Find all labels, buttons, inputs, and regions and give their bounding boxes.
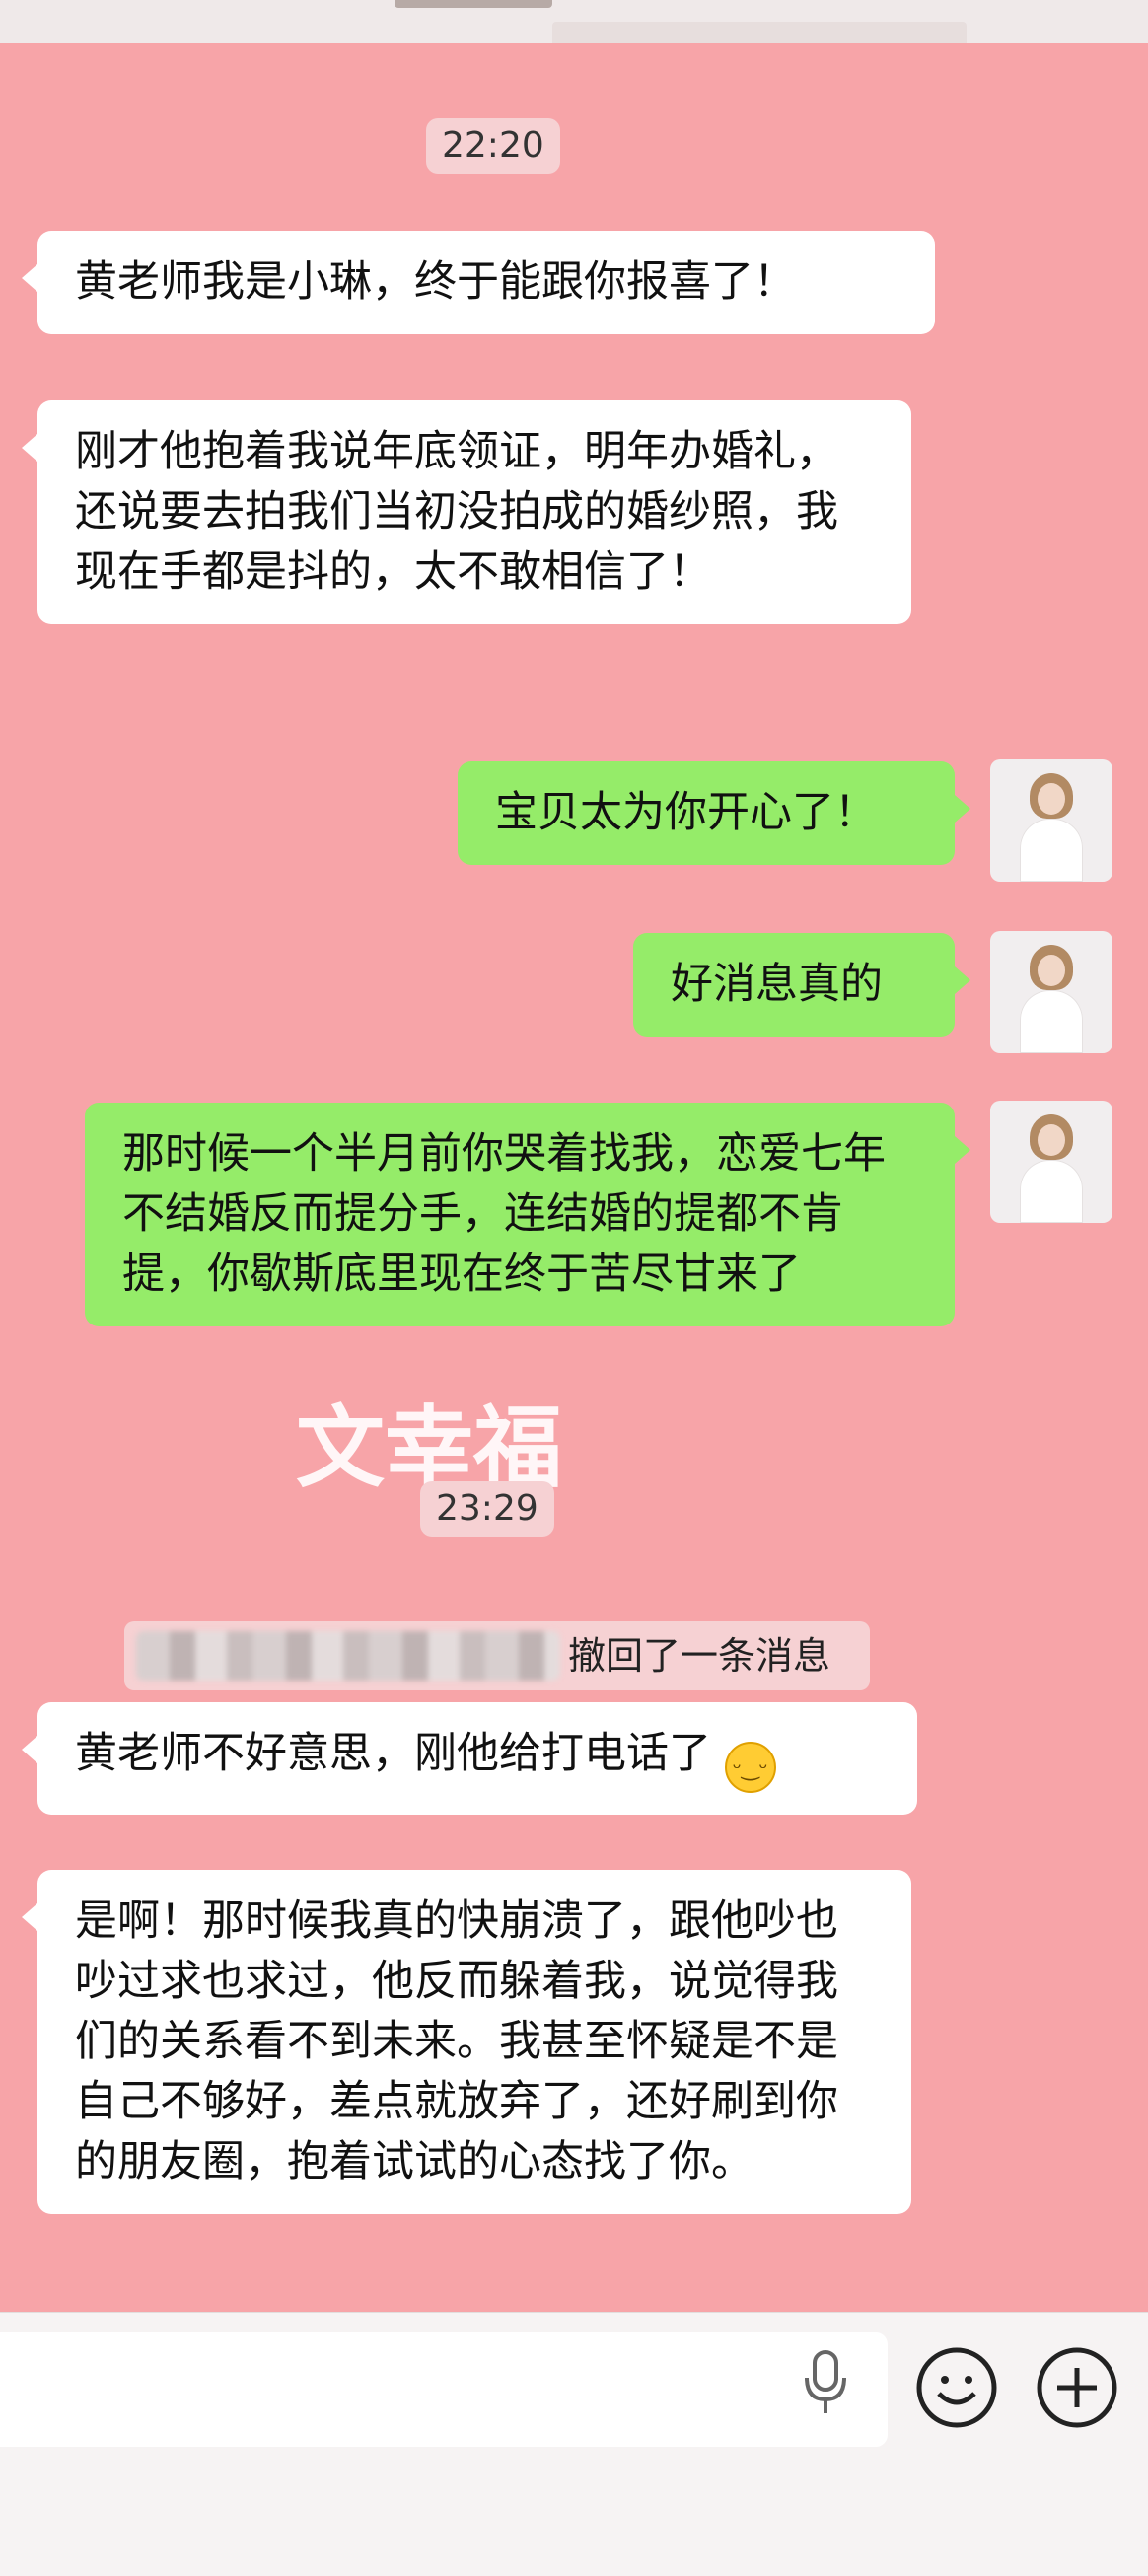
input-bar xyxy=(0,2312,1148,2463)
message-text: 好消息真的 xyxy=(671,960,883,1009)
message-text: 宝贝太为你开心了！ xyxy=(495,788,877,837)
message-bubble-incoming[interactable]: 是啊！那时候我真的快崩溃了，跟他吵也吵过求也求过，他反而躲着我，说觉得我们的关系… xyxy=(22,1870,911,2214)
recall-notice: 撤回了一条消息 xyxy=(124,1621,870,1690)
blurred-name xyxy=(136,1631,560,1681)
avatar[interactable] xyxy=(990,759,1112,882)
message-bubble-incoming[interactable]: 黄老师不好意思，刚他给打电话了 ᵕ‿ᵕ xyxy=(22,1702,917,1815)
bottom-safe-area xyxy=(0,2462,1148,2576)
message-bubble-incoming[interactable]: 刚才他抱着我说年底领证，明年办婚礼，还说要去拍我们当初没拍成的婚纱照，我现在手都… xyxy=(22,400,911,624)
message-input[interactable] xyxy=(0,2332,888,2447)
message-text: 是啊！那时候我真的快崩溃了，跟他吵也吵过求也求过，他反而躲着我，说觉得我们的关系… xyxy=(75,1896,838,2186)
message-bubble-incoming[interactable]: 黄老师我是小琳，终于能跟你报喜了！ xyxy=(22,231,935,334)
chat-area[interactable]: 22:20 黄老师我是小琳，终于能跟你报喜了！ 刚才他抱着我说年底领证，明年办婚… xyxy=(0,43,1148,2312)
message-bubble-outgoing[interactable]: 那时候一个半月前你哭着找我，恋爱七年不结婚反而提分手，连结婚的提都不肯提，你歇斯… xyxy=(85,1103,970,1326)
emoji-icon[interactable] xyxy=(915,2346,998,2429)
microphone-icon[interactable] xyxy=(801,2348,850,2419)
preview-bar xyxy=(552,22,967,43)
message-bubble-outgoing[interactable]: 宝贝太为你开心了！ xyxy=(458,761,970,865)
message-text: 黄老师我是小琳，终于能跟你报喜了！ xyxy=(75,257,796,307)
timestamp: 23:29 xyxy=(420,1481,554,1537)
grinning-face-icon: ᵕ‿ᵕ xyxy=(724,1742,776,1793)
timestamp: 22:20 xyxy=(426,118,560,174)
avatar[interactable] xyxy=(990,1101,1112,1223)
avatar[interactable] xyxy=(990,931,1112,1053)
message-text: 黄老师不好意思，刚他给打电话了 xyxy=(75,1729,711,1778)
preview-thumbnail xyxy=(395,0,552,8)
top-preview-strip xyxy=(0,0,1148,43)
recall-text: 撤回了一条消息 xyxy=(568,1634,831,1678)
message-bubble-outgoing[interactable]: 好消息真的 xyxy=(633,933,970,1037)
plus-icon[interactable] xyxy=(1036,2346,1118,2429)
message-text: 刚才他抱着我说年底领证，明年办婚礼，还说要去拍我们当初没拍成的婚纱照，我现在手都… xyxy=(75,427,838,597)
message-text: 那时候一个半月前你哭着找我，恋爱七年不结婚反而提分手，连结婚的提都不肯提，你歇斯… xyxy=(122,1129,886,1299)
